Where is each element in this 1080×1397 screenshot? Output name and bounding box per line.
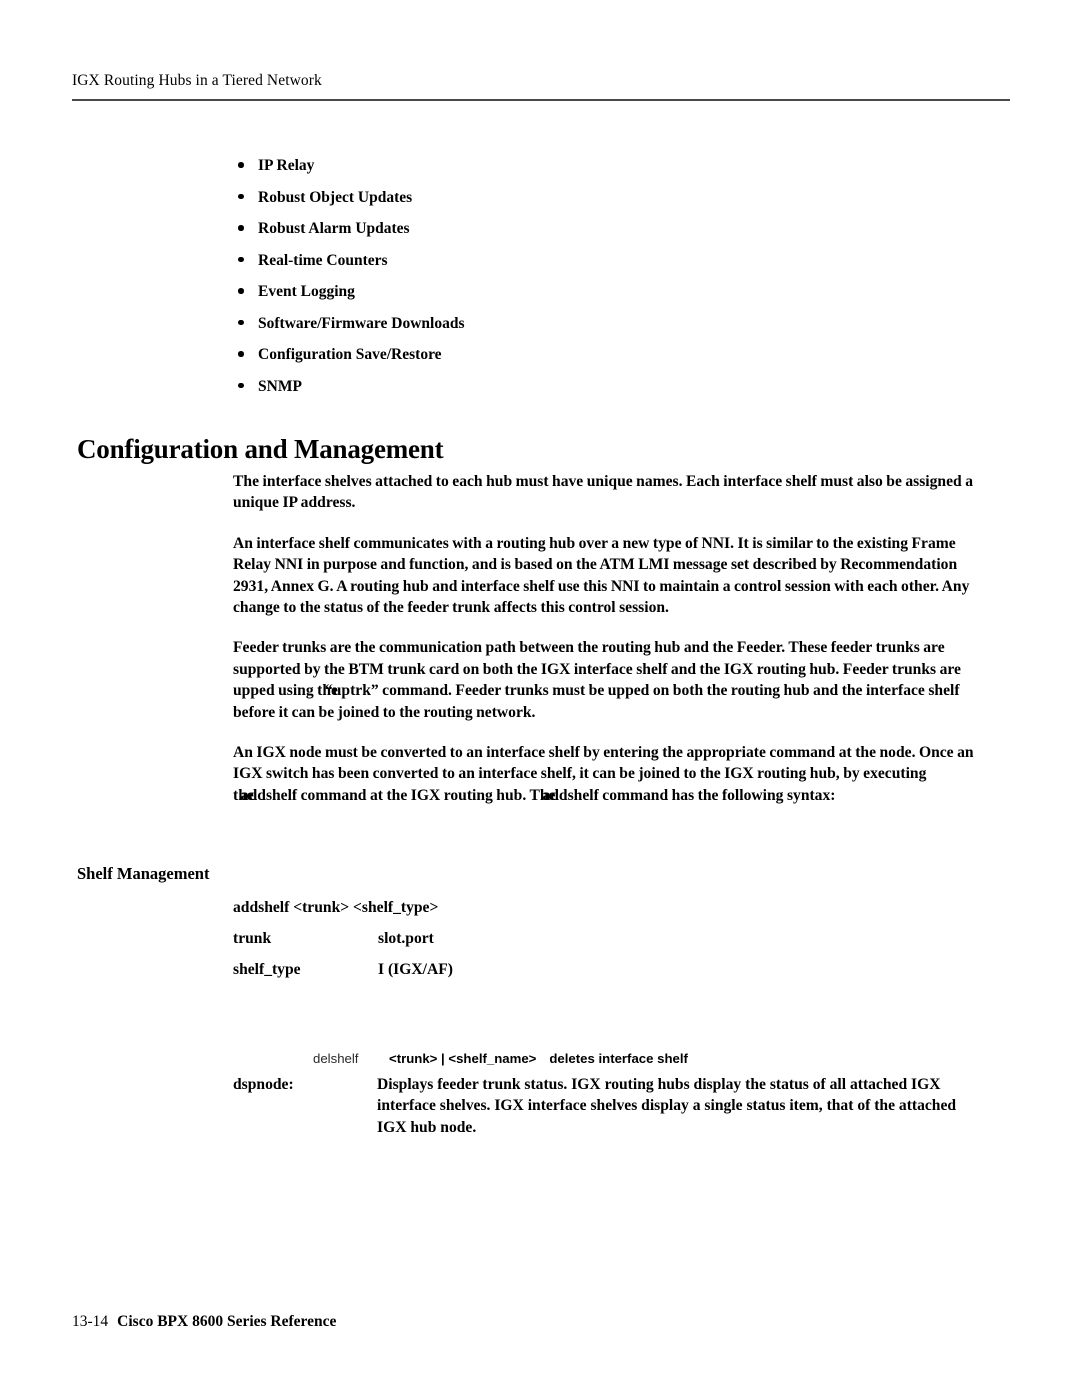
paragraph-nni-description: An interface shelf communicates with a r… <box>233 534 970 617</box>
bullet-dot-icon <box>238 256 244 262</box>
bullet-dot-icon <box>238 162 244 168</box>
syntax-param-name: shelf_type <box>233 961 301 978</box>
list-item: Software/Firmware Downloads <box>233 308 993 340</box>
paragraph-interface-names: The interface shelves attached to each h… <box>233 473 973 512</box>
syntax-row-addshelf: addshelf <trunk> <shelf_type> <box>233 892 833 923</box>
footer-page-number: 13-14 <box>72 1313 109 1330</box>
list-item-label: Configuration Save/Restore <box>258 346 442 363</box>
syntax-param-value: I (IGX/AF) <box>378 961 453 978</box>
delshelf-description: deletes interface shelf <box>549 1051 688 1066</box>
page-footer: 13-14 Cisco BPX 8600 Series Reference <box>72 1313 336 1331</box>
syntax-command: addshelf <trunk> <shelf_type> <box>233 899 439 916</box>
list-item: Configuration Save/Restore <box>233 339 993 371</box>
inline-command-uptrk: “uptrk” <box>324 682 379 700</box>
bullet-dot-icon <box>238 382 244 388</box>
bullet-dot-icon <box>238 351 244 357</box>
syntax-param-name: trunk <box>233 930 272 947</box>
delshelf-command-row: delshelf <trunk> | <shelf_name> deletes in… <box>313 1050 688 1068</box>
list-item-label: Real-time Counters <box>258 251 388 269</box>
dspnode-command-block: dspnode: Displays feeder trunk status. I… <box>233 1074 988 1138</box>
inline-command-addshelf-second: addshelf <box>542 786 599 804</box>
paragraph-addshelf-conversion: An IGX node must be converted to an inte… <box>233 742 988 806</box>
syntax-row-shelftype: shelf_type I (IGX/AF) <box>233 954 833 985</box>
bullet-dot-icon <box>238 319 244 325</box>
list-item-label: Robust Object Updates <box>258 188 413 206</box>
list-item-label: Robust Alarm Updates <box>258 220 410 237</box>
bullet-dot-icon <box>238 288 244 294</box>
page-title: Configuration and Management <box>77 434 444 464</box>
header-rule-divider <box>72 99 1010 101</box>
paragraph-addshelf-text-b: command at the IGX routing hub. The <box>297 786 556 804</box>
list-item-label: IP Relay <box>258 157 315 174</box>
list-item: Real-time Counters <box>233 245 993 277</box>
footer-document-title: Cisco BPX 8600 Series Reference <box>117 1313 337 1330</box>
delshelf-command-name: delshelf <box>313 1051 359 1066</box>
body-content: The interface shelves attached to each h… <box>233 471 988 806</box>
bullet-dot-icon <box>238 225 244 231</box>
dspnode-label: dspnode: <box>233 1076 294 1093</box>
list-item: Robust Alarm Updates <box>233 213 993 245</box>
list-item: Robust Object Updates <box>233 182 993 214</box>
paragraph-feeder-trunks: Feeder trunks are the communication path… <box>233 637 988 723</box>
syntax-row-trunk: trunk slot.port <box>233 923 833 954</box>
paragraph-addshelf-text-c: command has the following syntax: <box>598 786 836 804</box>
list-item: IP Relay <box>233 150 993 182</box>
section-heading-shelf-management: Shelf Management <box>77 864 210 883</box>
inline-command-addshelf-first: addshelf <box>240 786 298 804</box>
running-header: IGX Routing Hubs in a Tiered Network <box>72 72 322 89</box>
syntax-param-value: slot.port <box>378 930 434 947</box>
document-page: IGX Routing Hubs in a Tiered Network IP … <box>0 0 1080 1397</box>
list-item-label: Event Logging <box>258 283 355 300</box>
list-item: SNMP <box>233 371 993 403</box>
list-item-label: SNMP <box>258 377 302 395</box>
syntax-block: addshelf <trunk> <shelf_type> trunk slot.… <box>233 892 833 985</box>
bullet-dot-icon <box>238 193 244 199</box>
dspnode-description: Displays feeder trunk status. IGX routin… <box>377 1076 957 1136</box>
delshelf-arguments: <trunk> | <shelf_name> <box>389 1051 537 1066</box>
feature-bullet-list: IP Relay Robust Object Updates Robust Al… <box>233 150 993 402</box>
list-item-label: Software/Firmware Downloads <box>258 314 465 332</box>
list-item: Event Logging <box>233 276 993 308</box>
